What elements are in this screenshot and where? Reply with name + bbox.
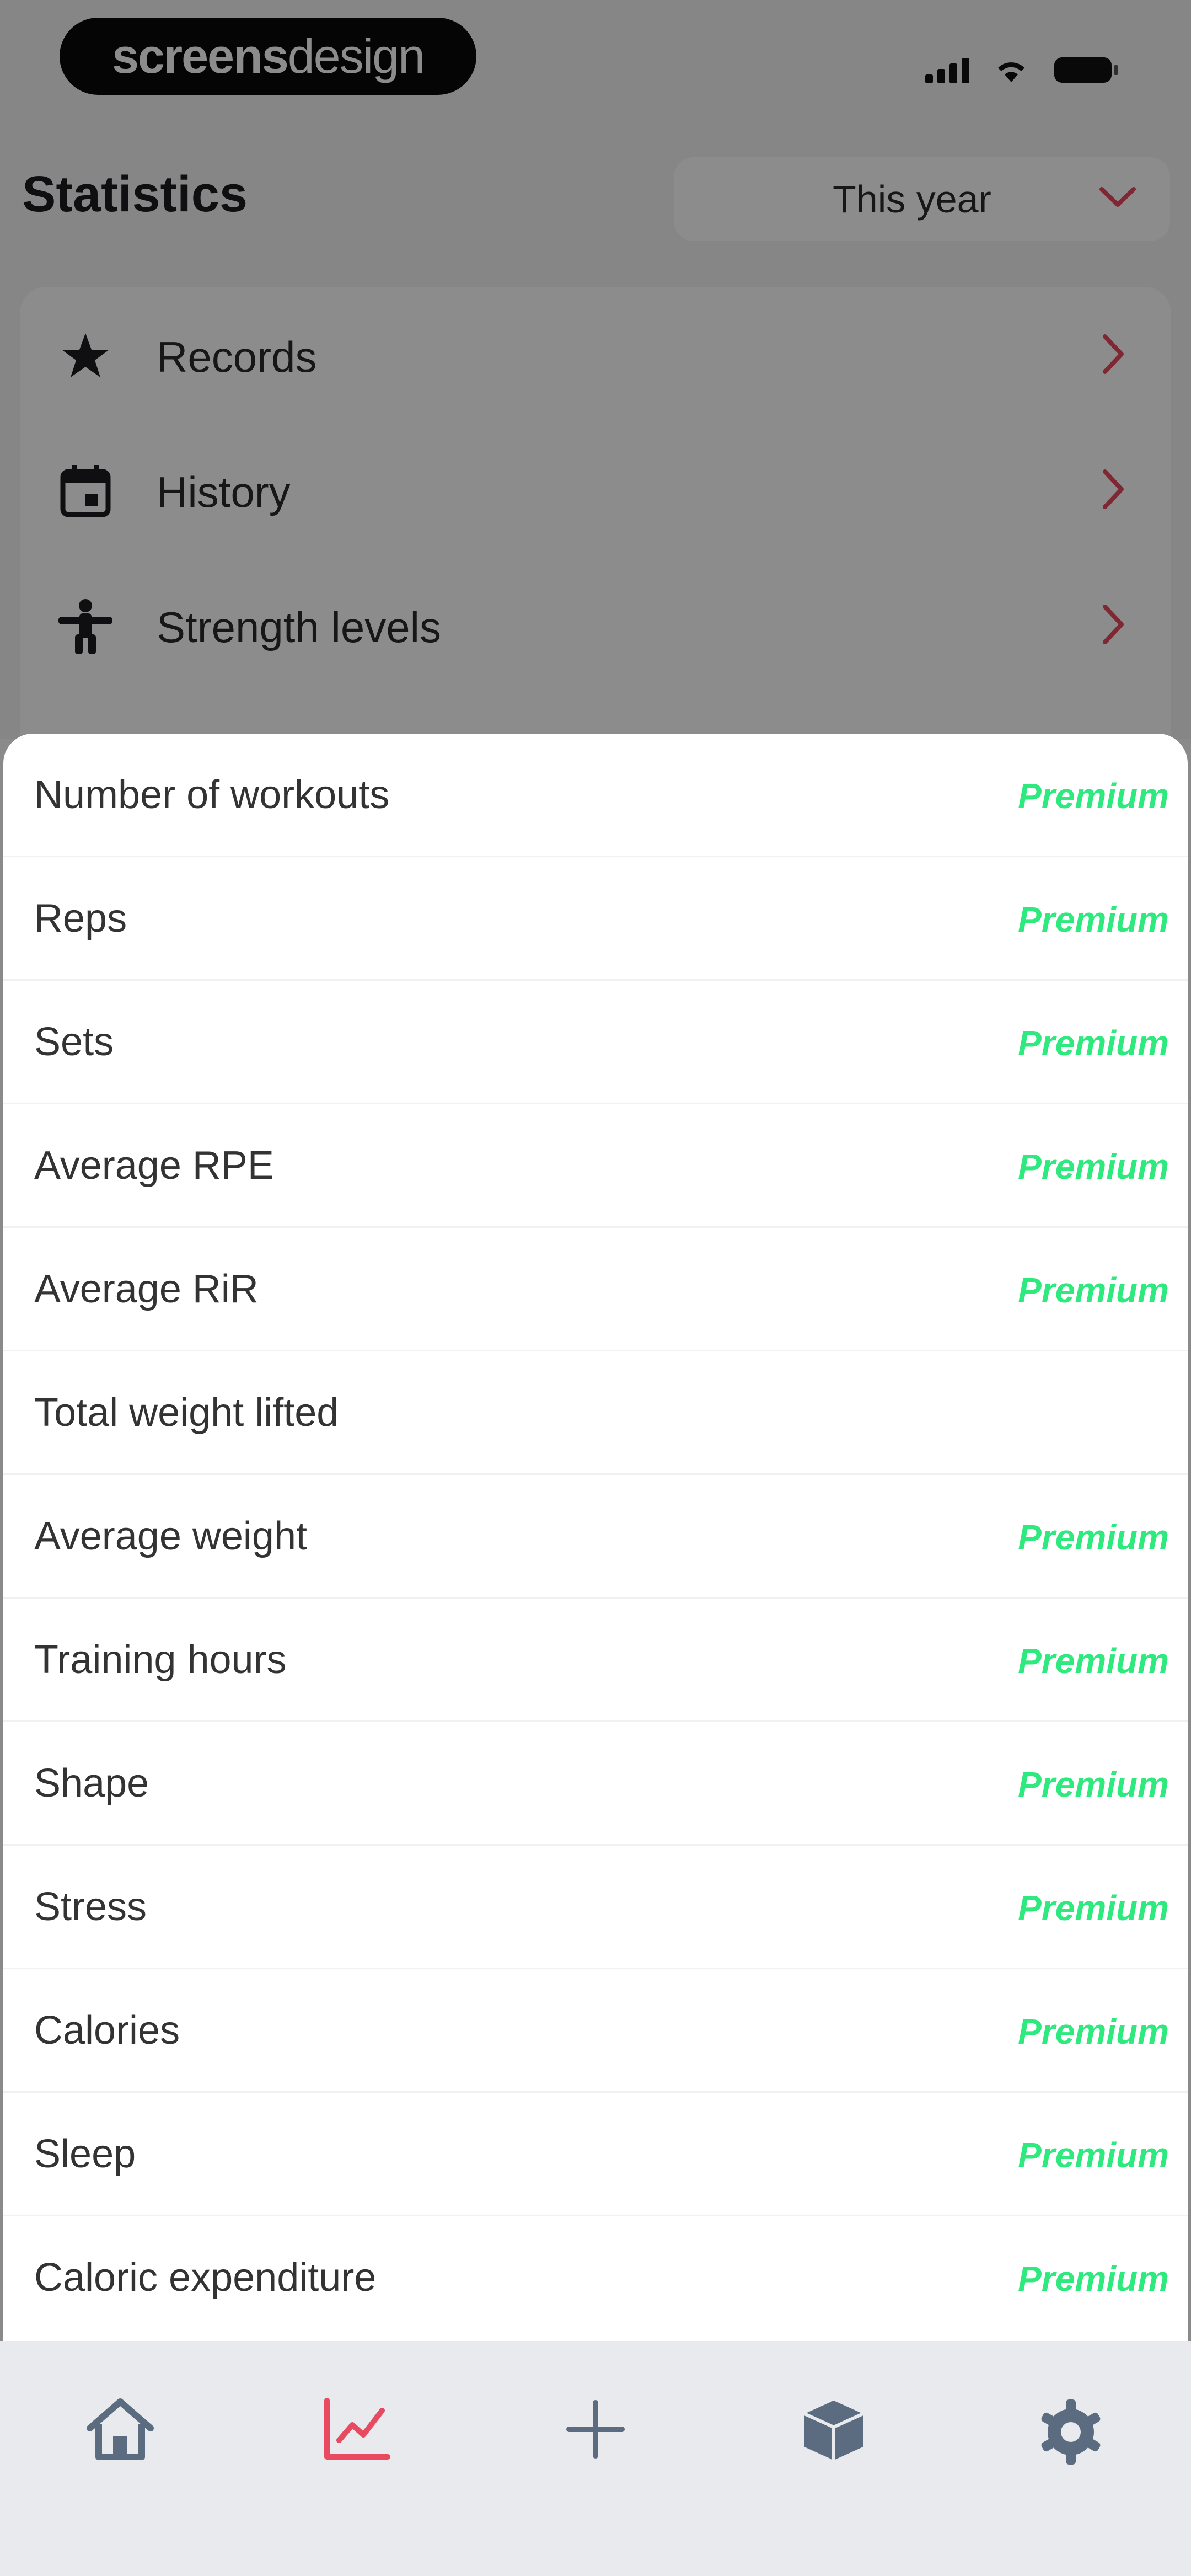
premium-badge: Premium (1018, 1888, 1169, 1928)
statistic-picker-sheet: Number of workouts Premium Reps Premium … (3, 734, 1188, 2341)
tab-bar (0, 2341, 1191, 2576)
gear-icon (1035, 2374, 1107, 2468)
premium-badge: Premium (1018, 1765, 1169, 1804)
tab-statistics[interactable] (275, 2374, 440, 2506)
list-item-label: Average RPE (34, 1143, 274, 1188)
list-item[interactable]: Average RPE Premium (3, 1104, 1188, 1228)
list-item-label: Sets (34, 1020, 114, 1064)
list-item-label: Reps (34, 896, 127, 940)
list-item[interactable]: Number of workouts Premium (3, 734, 1188, 857)
list-item-label: Total weight lifted (34, 1391, 339, 1435)
premium-badge: Premium (1018, 1517, 1169, 1557)
list-item-label: Calories (34, 2008, 180, 2053)
tab-programs[interactable] (751, 2374, 916, 2506)
chart-icon (321, 2374, 393, 2462)
premium-badge: Premium (1018, 1023, 1169, 1063)
list-item[interactable]: Reps Premium (3, 857, 1188, 981)
list-item-label: Number of workouts (34, 773, 390, 817)
premium-badge: Premium (1018, 2135, 1169, 2175)
list-item[interactable]: Training hours Premium (3, 1599, 1188, 1722)
list-item[interactable]: Average weight Premium (3, 1475, 1188, 1599)
list-item[interactable]: Shape Premium (3, 1722, 1188, 1846)
list-item[interactable]: Total weight lifted (3, 1351, 1188, 1475)
tab-add[interactable] (513, 2374, 678, 2506)
list-item[interactable]: Calories Premium (3, 1969, 1188, 2093)
tab-home[interactable] (37, 2374, 203, 2506)
list-item-label: Average RiR (34, 1267, 259, 1311)
list-item[interactable]: Sets Premium (3, 981, 1188, 1104)
modal-backdrop[interactable] (0, 0, 1191, 739)
list-item-label: Stress (34, 1885, 147, 1929)
home-icon (84, 2374, 156, 2462)
list-item-label: Shape (34, 1761, 149, 1805)
premium-badge: Premium (1018, 1641, 1169, 1681)
premium-badge: Premium (1018, 1270, 1169, 1310)
list-item-label: Training hours (34, 1638, 287, 1682)
premium-badge: Premium (1018, 1147, 1169, 1187)
tab-settings[interactable] (988, 2374, 1154, 2506)
premium-badge: Premium (1018, 900, 1169, 939)
list-item-label: Average weight (34, 1514, 307, 1558)
list-item[interactable]: Caloric expenditure Premium (3, 2216, 1188, 2340)
plus-icon (562, 2374, 629, 2462)
premium-badge: Premium (1018, 2012, 1169, 2051)
list-item-label: Caloric expenditure (34, 2256, 377, 2300)
premium-badge: Premium (1018, 2259, 1169, 2299)
list-item[interactable]: Sleep Premium (3, 2093, 1188, 2216)
premium-badge: Premium (1018, 776, 1169, 816)
list-item-label: Sleep (34, 2132, 136, 2176)
list-item[interactable]: Stress Premium (3, 1846, 1188, 1969)
list-item[interactable]: Average RiR Premium (3, 1228, 1188, 1351)
box-icon (798, 2374, 870, 2462)
